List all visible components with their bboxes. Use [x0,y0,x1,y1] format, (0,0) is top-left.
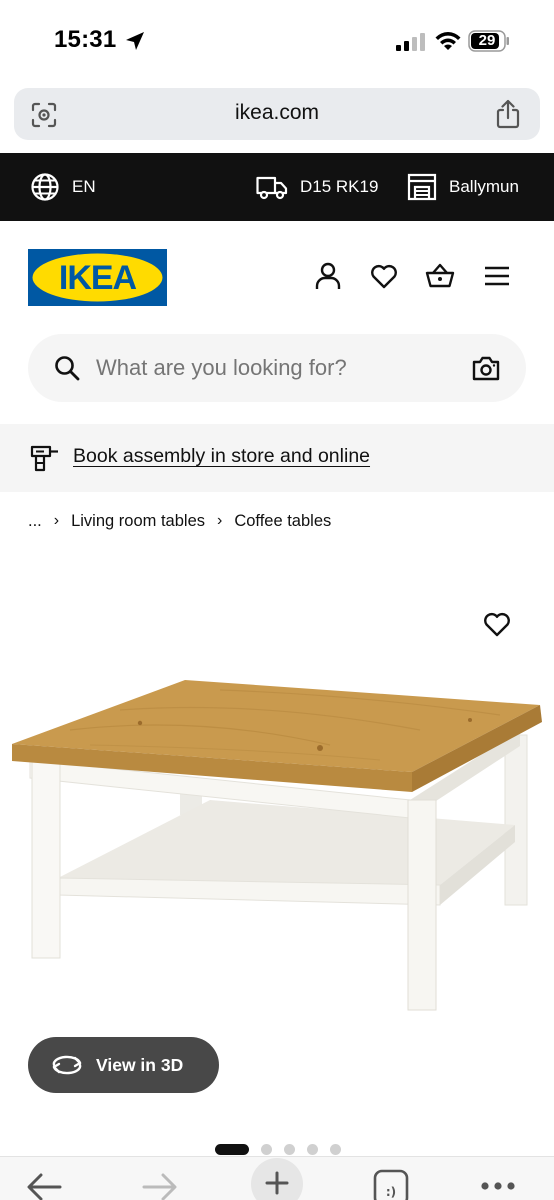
search-icon[interactable] [54,355,80,381]
store-icon [407,173,437,201]
product-image[interactable] [0,660,554,1020]
view-in-3d-label: View in 3D [96,1054,184,1075]
account-icon[interactable] [313,261,343,291]
back-arrow-icon[interactable] [24,1167,64,1200]
delivery-truck-icon [256,176,288,200]
favourites-icon[interactable] [369,261,399,291]
image-carousel-dots [215,1143,353,1155]
book-assembly-link[interactable]: Book assembly in store and online [73,424,370,488]
language-label: EN [72,177,96,196]
address-url[interactable]: ikea.com [14,101,540,125]
status-time: 15:31 [54,26,117,53]
breadcrumb: ... › Living room tables › Coffee tables [28,508,331,534]
site-header: IKEA [0,221,554,333]
language-selector[interactable]: EN [30,153,96,221]
globe-icon [31,173,59,201]
breadcrumb-item-living-room-tables[interactable]: Living room tables [71,512,205,531]
carousel-dot[interactable] [261,1143,272,1155]
share-icon[interactable] [494,99,522,129]
battery-level: 29 [478,32,496,49]
wifi-icon [435,32,461,50]
carousel-dot[interactable] [330,1143,341,1155]
breadcrumb-item-coffee-tables[interactable]: Coffee tables [234,512,331,531]
breadcrumb-ellipsis[interactable]: ... [28,512,42,531]
browser-address-bar[interactable]: ikea.com [14,88,540,140]
site-top-bar: EN D15 RK19 Ballymun [0,153,554,221]
carousel-dot[interactable] [284,1143,295,1155]
store-label: Ballymun [449,177,519,196]
delivery-postcode[interactable]: D15 RK19 [256,153,378,221]
chevron-right-icon: › [53,512,60,529]
forward-arrow-icon[interactable] [140,1167,180,1200]
cellular-signal-icon [396,33,425,51]
svg-text::): :) [386,1185,396,1199]
ikea-logo[interactable]: IKEA [28,249,167,306]
rotate-3d-icon [52,1055,82,1075]
carousel-dot[interactable] [307,1143,318,1155]
camera-search-icon[interactable] [472,354,500,382]
chevron-right-icon: › [217,512,223,529]
status-bar: 15:31 29 [0,0,554,80]
search-bar[interactable] [28,334,526,402]
view-in-3d-button[interactable]: View in 3D [28,1037,219,1093]
new-tab-plus-icon[interactable] [250,1157,304,1200]
more-options-icon[interactable] [480,1181,516,1191]
power-drill-icon [30,445,58,472]
tabs-overview-icon[interactable]: :) [373,1167,409,1200]
shopping-basket-icon[interactable] [425,261,455,291]
add-to-favourites-heart-icon[interactable] [482,610,512,638]
postcode-label: D15 RK19 [300,177,379,196]
browser-toolbar: :) [0,1156,554,1200]
menu-icon[interactable] [482,261,512,291]
carousel-dot-active[interactable] [215,1143,249,1155]
search-input[interactable] [96,334,456,402]
store-selector[interactable]: Ballymun [407,153,519,221]
assembly-banner: Book assembly in store and online [0,424,554,492]
location-arrow-icon [126,32,144,50]
svg-text:IKEA: IKEA [59,259,137,297]
